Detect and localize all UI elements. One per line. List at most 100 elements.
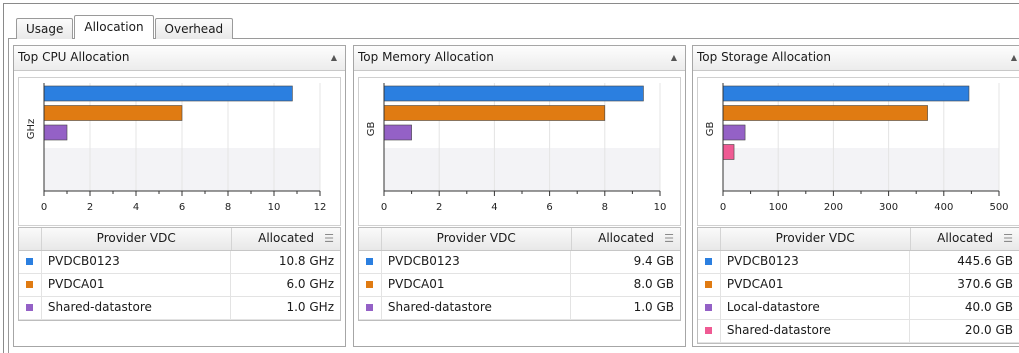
tab-usage[interactable]: Usage [16,18,74,39]
allocated-cell: 370.6 GB [957,277,1013,291]
table-row[interactable]: PVDCB0123 9.4 GB [359,251,680,274]
y-axis-label: GB [366,122,377,137]
tab-strip: Usage Allocation Overhead [16,15,234,39]
allocated-cell: 9.4 GB [633,254,674,268]
chevron-up-icon[interactable]: ▲ [331,46,337,69]
provider-vdc-cell: Shared-datastore [721,320,911,342]
bar-shared-datastore [383,124,412,141]
table-row[interactable]: PVDCA01 8.0 GB [359,274,680,297]
column-options-icon[interactable]: ☰ [324,228,334,249]
bar-chart: 0 2 4 6 8 10 12 GHz [26,83,327,213]
color-swatch-cell [698,320,721,342]
table-row[interactable]: Local-datastore 40.0 GB [698,297,1019,320]
y-axis-label: GHz [26,119,37,140]
bar-local-datastore [722,124,746,141]
table-header: Provider VDC Allocated ☰ [359,228,680,251]
x-tick-label: 200 [824,202,843,213]
tab-overhead[interactable]: Overhead [154,18,234,39]
column-options-icon[interactable]: ☰ [1003,228,1013,249]
color-swatch-cell [359,274,382,296]
y-axis-label: GB [705,122,716,137]
x-tick-label: 2 [87,202,93,213]
color-column-header [19,228,42,250]
plot-band [723,148,999,191]
x-tick-label: 8 [602,202,608,213]
allocated-cell: 10.8 GHz [278,254,334,268]
legend-swatch [366,281,373,288]
column-header-allocated[interactable]: Allocated ☰ [572,228,680,250]
chevron-up-icon[interactable]: ▲ [671,46,677,69]
provider-vdc-cell: Shared-datastore [382,297,572,319]
color-column-header [698,228,721,250]
bar-shared-datastore [43,124,68,141]
x-tick-label: 0 [720,202,726,213]
column-header-label: Allocated [598,231,654,245]
table-row[interactable]: PVDCA01 6.0 GHz [19,274,340,297]
x-tick-label: 12 [314,202,327,213]
bar-pvdca01 [722,105,928,121]
legend-swatch [705,327,712,334]
plot-band [384,148,660,191]
allocated-cell: 6.0 GHz [286,277,334,291]
bar-chart: 0 100 200 300 400 500 GB [705,83,1009,213]
table-row[interactable]: PVDCA01 370.6 GB [698,274,1019,297]
bar-pvdcb0123 [722,85,970,102]
x-tick-label: 0 [41,202,47,213]
column-header-provider-vdc[interactable]: Provider VDC [721,228,911,250]
table-row[interactable]: Shared-datastore 1.0 GHz [19,297,340,320]
chart-area: 0 100 200 300 400 500 GB [697,77,1019,226]
column-options-icon[interactable]: ☰ [664,228,674,249]
color-swatch-cell [359,251,382,273]
chevron-up-icon[interactable]: ▲ [1011,46,1017,69]
legend-swatch [705,281,712,288]
table-row[interactable]: Shared-datastore 20.0 GB [698,320,1019,343]
x-tick-label: 10 [654,202,667,213]
legend-swatch [366,258,373,265]
table-header: Provider VDC Allocated ☰ [19,228,340,251]
column-header-provider-vdc[interactable]: Provider VDC [382,228,572,250]
tab-allocation[interactable]: Allocation [74,15,154,39]
panel-header[interactable]: Top Storage Allocation ▲ [693,46,1019,71]
chart-area: 0 2 4 6 8 10 GB [358,77,681,226]
legend-swatch [26,304,33,311]
bar-pvdca01 [383,105,606,121]
table-header: Provider VDC Allocated ☰ [698,228,1019,251]
panel-header[interactable]: Top CPU Allocation ▲ [14,46,345,71]
provider-vdc-cell: Local-datastore [721,297,911,319]
allocated-cell: 8.0 GB [633,277,674,291]
allocation-table: Provider VDC Allocated ☰ PVDCB0123 9.4 GB P… [358,227,681,321]
color-swatch-cell [698,251,721,273]
column-header-allocated[interactable]: Allocated ☰ [911,228,1019,250]
provider-vdc-cell: PVDCA01 [382,274,572,296]
table-row[interactable]: PVDCB0123 445.6 GB [698,251,1019,274]
column-header-provider-vdc[interactable]: Provider VDC [42,228,232,250]
x-tick-label: 4 [133,202,139,213]
x-tick-label: 6 [179,202,185,213]
bar-pvdcb0123 [43,85,293,102]
bar-pvdcb0123 [383,85,644,102]
allocated-cell: 20.0 GB [964,323,1013,337]
provider-vdc-cell: PVDCB0123 [721,251,911,273]
color-swatch-cell [19,251,42,273]
column-header-allocated[interactable]: Allocated ☰ [232,228,340,250]
allocation-table: Provider VDC Allocated ☰ PVDCB0123 10.8 GH… [18,227,341,321]
provider-vdc-cell: PVDCA01 [721,274,911,296]
legend-swatch [366,304,373,311]
panel-top-memory-allocation: Top Memory Allocation ▲ 0 2 4 6 8 10 GB Provid… [353,45,686,347]
allocated-cell: 1.0 GB [633,300,674,314]
table-row[interactable]: Shared-datastore 1.0 GB [359,297,680,320]
legend-swatch [705,258,712,265]
color-column-header [359,228,382,250]
provider-vdc-cell: PVDCA01 [42,274,232,296]
provider-vdc-cell: PVDCB0123 [382,251,572,273]
allocated-cell: 445.6 GB [957,254,1013,268]
provider-vdc-cell: Shared-datastore [42,297,232,319]
panel-top-storage-allocation: Top Storage Allocation ▲ 0 100 200 300 400 50… [692,45,1019,347]
table-row[interactable]: PVDCB0123 10.8 GHz [19,251,340,274]
x-tick-label: 0 [381,202,387,213]
panel-header[interactable]: Top Memory Allocation ▲ [354,46,685,71]
panel-title: Top Memory Allocation [358,50,494,64]
bar-shared-datastore [722,144,735,160]
color-swatch-cell [19,274,42,296]
x-tick-label: 10 [268,202,281,213]
